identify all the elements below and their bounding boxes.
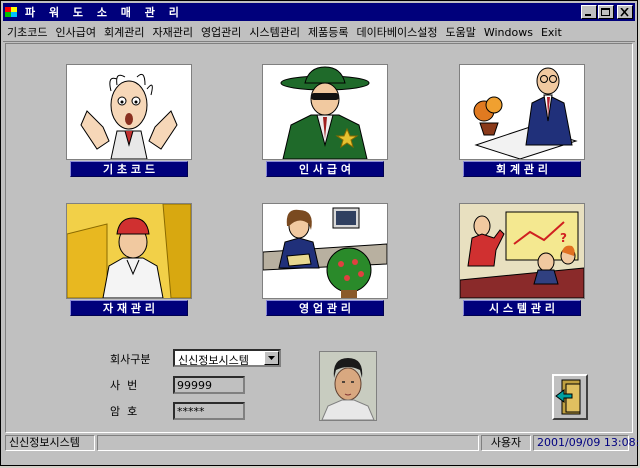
exit-button[interactable]	[552, 374, 588, 420]
app-window: 파 워 도 소 매 관 리 기초코드 인사급여 회계관리 자재관리 영업관리 시…	[0, 0, 640, 466]
tile-sales[interactable]: 영 업 관 리	[262, 203, 388, 316]
maximize-icon	[601, 8, 610, 16]
minimize-icon	[585, 14, 591, 16]
accounting-illustration	[459, 64, 585, 160]
tile-base-code[interactable]: 기 초 코 드	[66, 64, 192, 177]
menu-accounting[interactable]: 회계관리	[100, 24, 148, 40]
password-label: 암 호	[110, 405, 138, 418]
status-user-label: 사용자	[481, 435, 531, 451]
menu-database-settings[interactable]: 데이타베이스설정	[353, 24, 442, 40]
menu-system[interactable]: 시스템관리	[245, 24, 304, 40]
tile-base-code-label: 기 초 코 드	[70, 161, 188, 177]
tile-materials-label: 자 재 관 리	[70, 300, 188, 316]
materials-illustration	[66, 203, 192, 299]
exit-door-icon	[555, 379, 581, 415]
status-datetime: 2001/09/09 13:08:31	[533, 435, 640, 451]
payroll-illustration	[262, 64, 388, 160]
status-company: 신신정보시스템	[5, 435, 95, 451]
system-illustration: ?	[459, 203, 585, 299]
menu-bar: 기초코드 인사급여 회계관리 자재관리 영업관리 시스템관리 제품등록 데이타베…	[3, 23, 635, 42]
sales-illustration	[262, 203, 388, 299]
employee-id-value: 99999	[177, 379, 212, 392]
tile-system[interactable]: ? 시 스 템 관 리	[459, 203, 585, 316]
menu-sales[interactable]: 영업관리	[197, 24, 245, 40]
password-input[interactable]: *****	[173, 402, 245, 420]
close-button[interactable]	[617, 5, 633, 19]
status-empty-panel	[97, 435, 479, 451]
menu-materials[interactable]: 자재관리	[148, 24, 196, 40]
password-value: *****	[177, 405, 205, 418]
tile-materials[interactable]: 자 재 관 리	[66, 203, 192, 316]
employee-id-label: 사 번	[110, 379, 138, 392]
company-value: 신신정보시스템	[178, 354, 249, 367]
menu-help[interactable]: 도움말	[441, 24, 479, 40]
app-icon	[5, 5, 21, 19]
main-panel: 기 초 코 드 인 사 급 여 회 계 관 리 자 재 관 리 영 업 관 리 …	[5, 43, 633, 433]
menu-product-register[interactable]: 제품등록	[304, 24, 352, 40]
svg-text:?: ?	[560, 231, 567, 245]
tile-accounting-label: 회 계 관 리	[463, 161, 581, 177]
tile-payroll-label: 인 사 급 여	[266, 161, 384, 177]
title-bar[interactable]: 파 워 도 소 매 관 리	[3, 3, 635, 21]
chevron-down-icon	[268, 356, 275, 360]
menu-base-code[interactable]: 기초코드	[3, 24, 51, 40]
employee-id-input[interactable]: 99999	[173, 376, 245, 394]
company-select[interactable]: 신신정보시스템	[173, 349, 281, 367]
tile-accounting[interactable]: 회 계 관 리	[459, 64, 585, 177]
company-label: 회사구분	[110, 353, 151, 366]
tile-system-label: 시 스 템 관 리	[463, 300, 581, 316]
tile-sales-label: 영 업 관 리	[266, 300, 384, 316]
base-code-illustration	[66, 64, 192, 160]
menu-windows[interactable]: Windows	[480, 26, 537, 39]
maximize-button[interactable]	[598, 5, 614, 19]
status-bar: 신신정보시스템 사용자 2001/09/09 13:08:31	[5, 435, 640, 453]
tile-payroll[interactable]: 인 사 급 여	[262, 64, 388, 177]
menu-exit[interactable]: Exit	[537, 26, 566, 39]
close-icon	[620, 8, 629, 17]
menu-payroll[interactable]: 인사급여	[51, 24, 99, 40]
window-title: 파 워 도 소 매 관 리	[25, 6, 184, 19]
minimize-button[interactable]	[581, 5, 597, 19]
user-photo	[319, 351, 377, 421]
dropdown-button[interactable]	[264, 351, 279, 365]
